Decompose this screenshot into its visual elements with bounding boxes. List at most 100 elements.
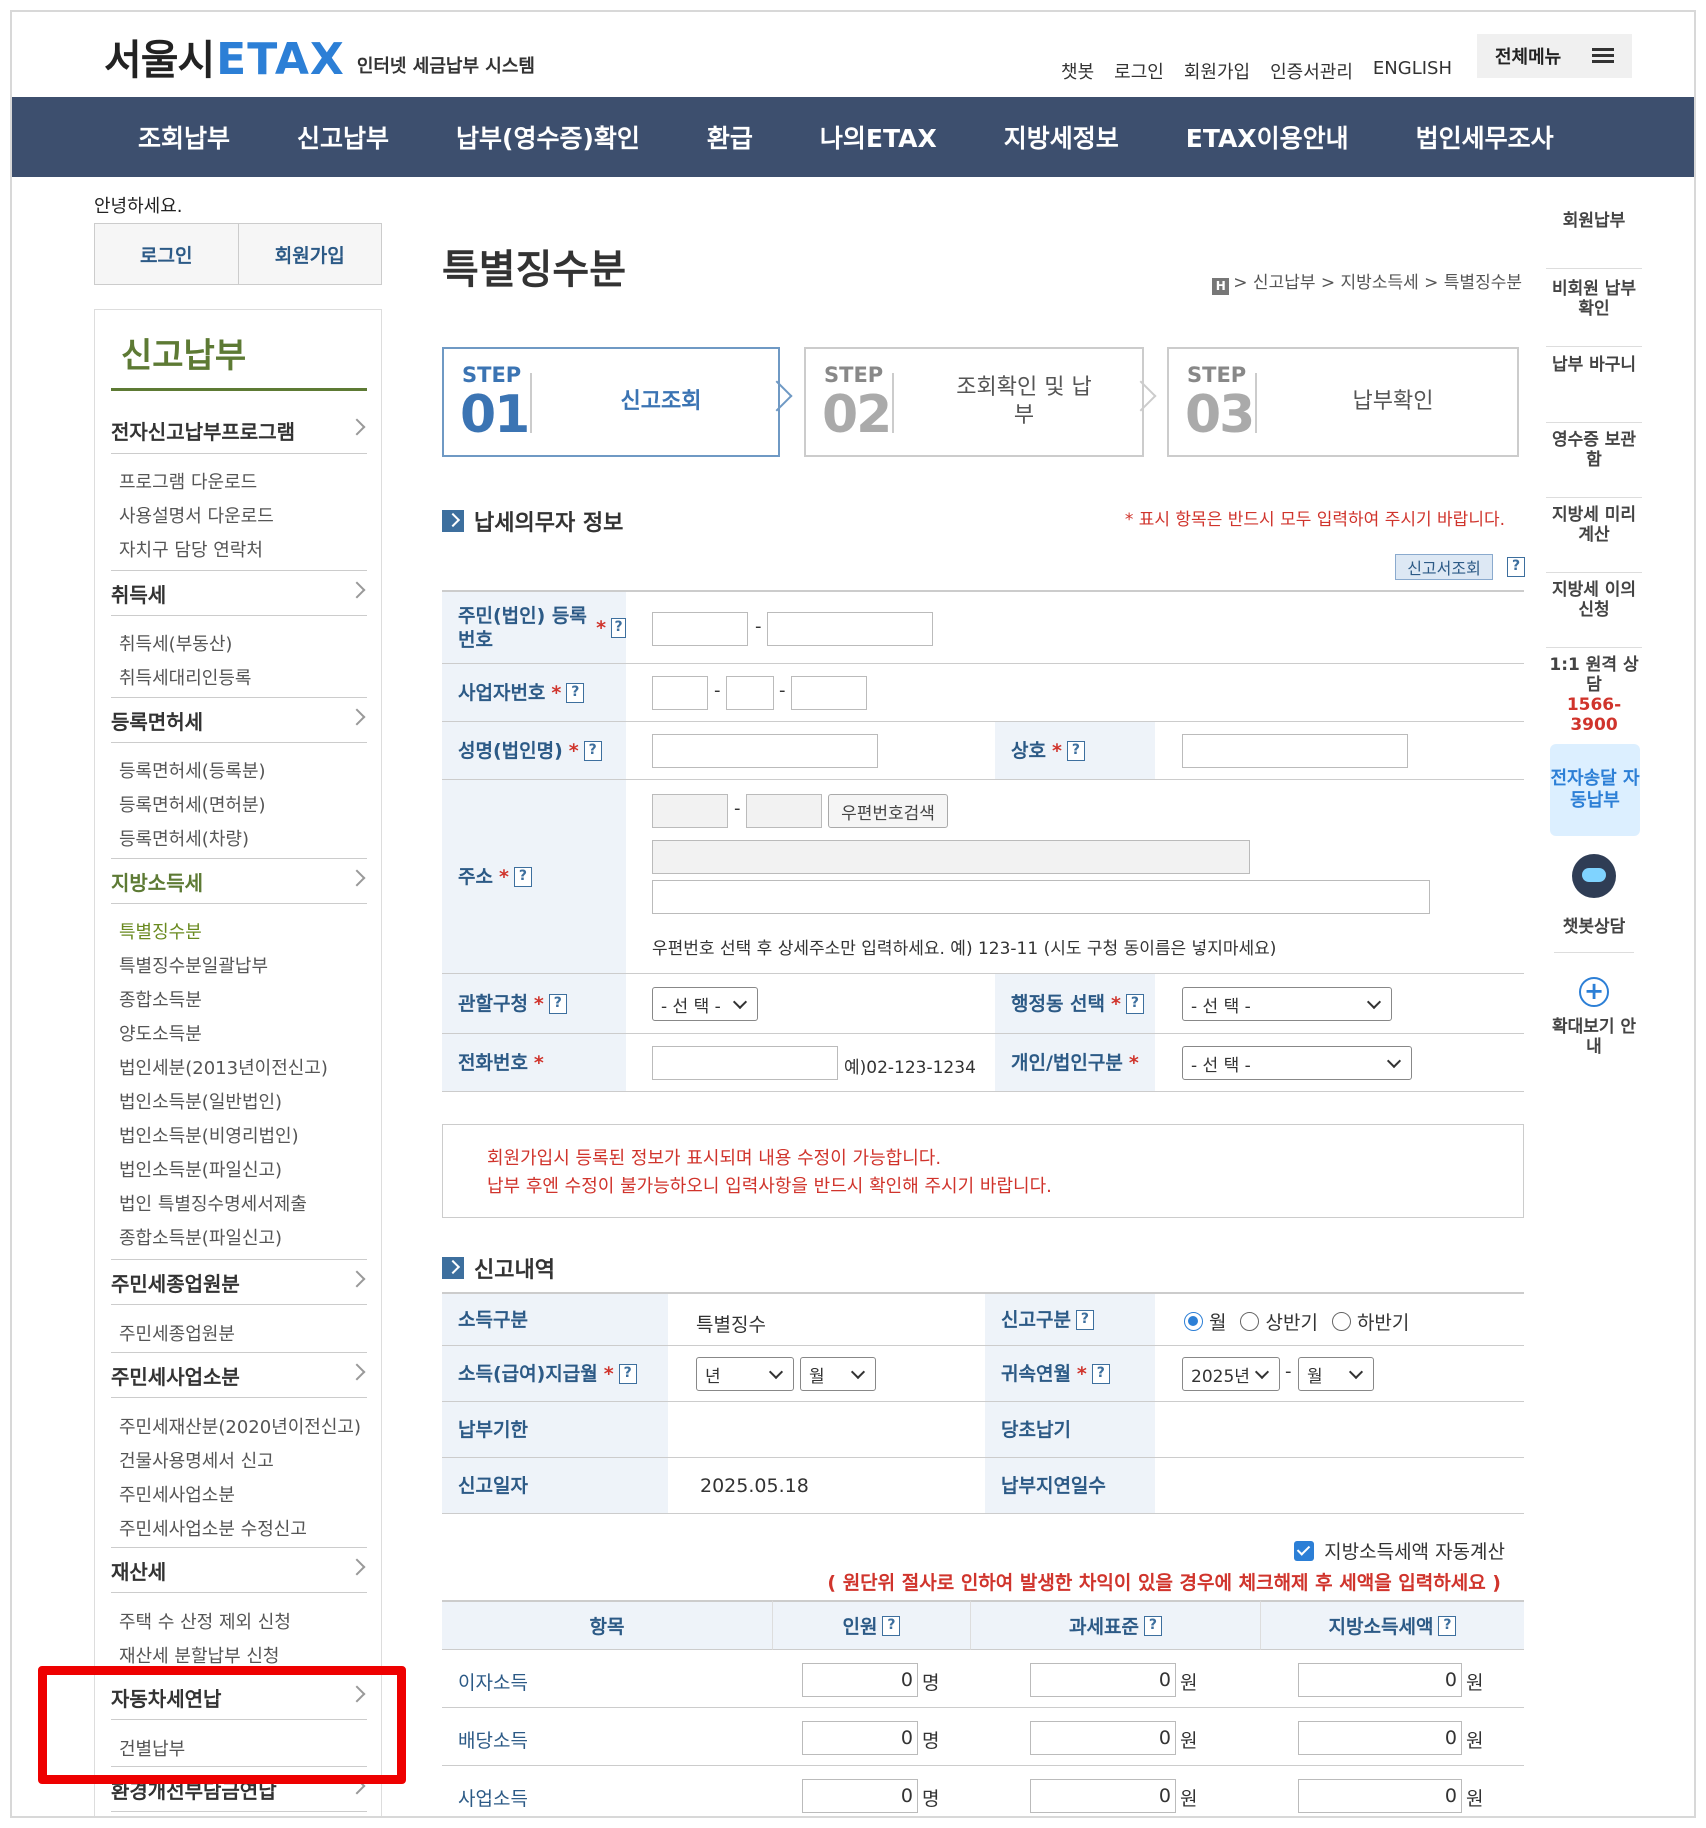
quick-e-delivery[interactable]: 전자송달 자동납부 (1550, 744, 1640, 836)
side-sub[interactable]: 프로그램 다운로드 (119, 468, 257, 494)
attr-month-select[interactable]: 월 (1298, 1357, 1374, 1391)
side-sub[interactable]: 건물사용명세서 신고 (119, 1447, 274, 1473)
zip-back-input[interactable] (746, 794, 822, 828)
util-cert[interactable]: 인증서관리 (1270, 58, 1353, 84)
quick-zoom-guide[interactable]: 확대보기 안내 (1546, 1017, 1642, 1057)
site-logo[interactable]: 서울시 ETAX 인터넷 세금납부 시스템 (104, 38, 535, 83)
help-icon[interactable]: ? (583, 740, 602, 761)
gnb-item[interactable]: ETAX이용안내 (1186, 119, 1349, 155)
help-icon[interactable]: ? (1438, 1615, 1457, 1636)
report-lookup-button[interactable]: 신고서조회 (1395, 554, 1493, 580)
district-select[interactable]: - 선 택 - (652, 987, 758, 1021)
side-cat[interactable]: 전자신고납부프로그램 (111, 408, 367, 454)
side-cat-active[interactable]: 지방소득세 (111, 858, 367, 904)
help-icon[interactable]: ? (1125, 993, 1144, 1014)
side-sub[interactable]: 주민세종업원분 (119, 1320, 235, 1346)
chatbot-robot-icon[interactable] (1572, 854, 1616, 898)
radio-month[interactable]: 월 (1184, 1308, 1226, 1335)
side-cat[interactable]: 재산세 (111, 1547, 367, 1593)
dong-select[interactable]: - 선 택 - (1182, 987, 1392, 1021)
util-english[interactable]: ENGLISH (1373, 58, 1452, 84)
side-sub[interactable]: 등록면허세(차량) (119, 825, 249, 851)
side-sub[interactable]: 양도소득분 (119, 1020, 202, 1046)
gnb-item[interactable]: 환급 (707, 119, 753, 155)
quick-remote-consult[interactable]: 1:1 원격 상담 (1546, 655, 1642, 695)
quick-member-pay[interactable]: 회원납부 (1546, 211, 1642, 269)
side-sub[interactable]: 취득세(부동산) (119, 630, 232, 656)
side-sub[interactable]: 법인소득분(비영리법인) (119, 1122, 299, 1148)
side-cat[interactable]: 등록면허세 (111, 697, 367, 743)
base-input[interactable]: 0 (1030, 1721, 1176, 1755)
help-icon[interactable]: ? (882, 1615, 901, 1636)
pay-year-select[interactable]: 년 (696, 1357, 794, 1391)
quick-nonmember-check[interactable]: 비회원 납부확인 (1546, 279, 1642, 347)
home-icon[interactable]: H (1212, 278, 1230, 295)
help-icon[interactable]: ? (513, 866, 532, 887)
gnb-item[interactable]: 나의ETAX (820, 119, 937, 155)
tax-input[interactable]: 0 (1298, 1663, 1462, 1697)
side-sub[interactable]: 재산세 분할납부 신청 (119, 1642, 279, 1668)
quick-tax-calc[interactable]: 지방세 미리계산 (1546, 505, 1642, 573)
gnb-item[interactable]: 납부(영수증)확인 (456, 119, 640, 155)
side-sub[interactable]: 주민세사업소분 (119, 1481, 235, 1507)
quick-objection[interactable]: 지방세 이의신청 (1546, 580, 1642, 648)
name-input[interactable] (652, 734, 878, 768)
tax-input[interactable]: 0 (1298, 1721, 1462, 1755)
base-input[interactable]: 0 (1030, 1779, 1176, 1813)
autocalc-checkbox[interactable]: 지방소득세액 자동계산 (1294, 1537, 1505, 1564)
address-detail-input[interactable] (652, 880, 1430, 914)
trade-name-input[interactable] (1182, 734, 1408, 768)
side-cat[interactable]: 주민세종업원분 (111, 1259, 367, 1305)
bizno-1-input[interactable] (652, 676, 708, 710)
phone-input[interactable] (652, 1046, 838, 1080)
persons-input[interactable]: 0 (802, 1721, 918, 1755)
quick-pay-basket[interactable]: 납부 바구니 (1546, 355, 1642, 423)
persons-input[interactable]: 0 (802, 1663, 918, 1697)
help-icon[interactable]: ? (1143, 1615, 1162, 1636)
side-sub[interactable]: 법인소득분(일반법인) (119, 1088, 282, 1114)
zip-search-button[interactable]: 우편번호검색 (828, 794, 948, 828)
help-icon[interactable]: ? (548, 993, 567, 1014)
side-sub[interactable]: 법인소득분(파일신고) (119, 1156, 282, 1182)
gnb-item[interactable]: 지방세정보 (1004, 119, 1119, 155)
bizno-3-input[interactable] (791, 676, 867, 710)
gnb-item[interactable]: 법인세무조사 (1416, 119, 1554, 155)
side-sub[interactable]: 법인 특별징수명세서제출 (119, 1190, 307, 1216)
rrn-back-input[interactable] (767, 612, 933, 646)
help-icon[interactable]: ? (1075, 1309, 1094, 1330)
side-sub[interactable]: 종합소득분 (119, 986, 202, 1012)
base-input[interactable]: 0 (1030, 1663, 1176, 1697)
util-chatbot[interactable]: 챗봇 (1061, 58, 1094, 84)
side-sub[interactable]: 자치구 담당 연락처 (119, 536, 263, 562)
side-sub[interactable]: 등록면허세(등록분) (119, 757, 266, 783)
all-menu-button[interactable]: 전체메뉴 (1477, 34, 1632, 78)
zoom-plus-icon[interactable]: + (1579, 977, 1609, 1007)
rrn-front-input[interactable] (652, 612, 748, 646)
help-icon[interactable]: ? (1066, 740, 1085, 761)
gnb-item[interactable]: 조회납부 (138, 119, 230, 155)
quick-receipt-box[interactable]: 영수증 보관함 (1546, 430, 1642, 498)
join-button[interactable]: 회원가입 (239, 224, 382, 284)
side-sub[interactable]: 등록면허세(면허분) (119, 791, 266, 817)
util-join[interactable]: 회원가입 (1184, 58, 1250, 84)
side-sub-active[interactable]: 특별징수분 (119, 918, 202, 944)
address-base-input[interactable] (652, 840, 1250, 874)
help-icon[interactable]: ? (618, 1363, 637, 1384)
tax-input[interactable]: 0 (1298, 1779, 1462, 1813)
help-icon[interactable]: ? (611, 617, 626, 638)
side-sub[interactable]: 사용설명서 다운로드 (119, 502, 274, 528)
side-sub[interactable]: 종합소득분(파일신고) (119, 1224, 282, 1250)
help-icon[interactable]: ? (1091, 1363, 1110, 1384)
radio-second-half[interactable]: 하반기 (1331, 1308, 1409, 1335)
persons-input[interactable]: 0 (802, 1779, 918, 1813)
person-type-select[interactable]: - 선 택 - (1182, 1046, 1412, 1080)
radio-first-half[interactable]: 상반기 (1240, 1308, 1318, 1335)
gnb-item[interactable]: 신고납부 (297, 119, 389, 155)
pay-month-select[interactable]: 월 (800, 1357, 876, 1391)
zip-front-input[interactable] (652, 794, 728, 828)
side-cat[interactable]: 취득세 (111, 570, 367, 616)
side-sub[interactable]: 주민세재산분(2020년이전신고) (119, 1413, 361, 1439)
side-sub[interactable]: 특별징수분일괄납부 (119, 952, 268, 978)
help-icon[interactable]: ? (566, 682, 585, 703)
bizno-2-input[interactable] (726, 676, 774, 710)
